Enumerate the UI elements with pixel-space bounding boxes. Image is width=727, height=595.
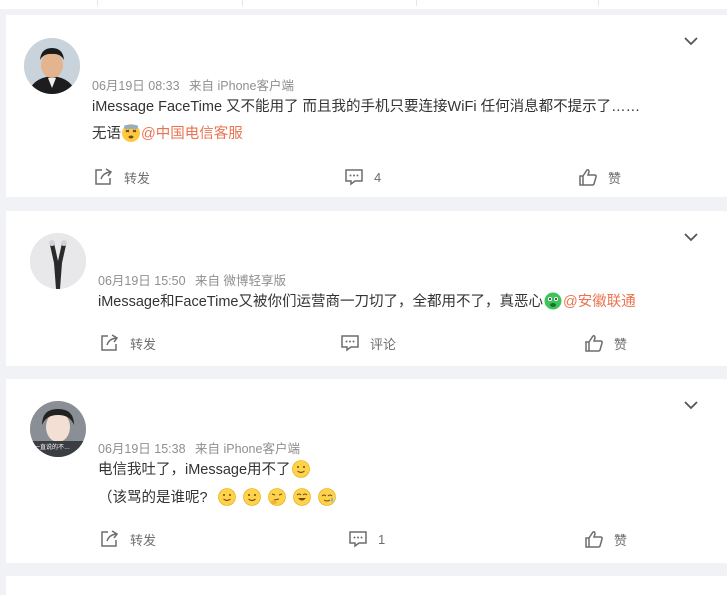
comment-card: 06月19日 15:50 来自 微博轻享版 iMessage和FaceTime又… [6, 211, 727, 366]
grin-emoji [292, 488, 311, 506]
chevron-down-icon[interactable] [683, 397, 699, 413]
chevron-down-icon[interactable] [683, 229, 699, 245]
comment-actions: 转发 1 赞 [6, 527, 727, 551]
comment-text-line1: 电信我吐了，iMessage用不了 [98, 460, 311, 480]
repost-button[interactable]: 转发 [100, 527, 156, 551]
sweat-emoji [317, 488, 336, 506]
comment-button[interactable]: 1 [348, 527, 385, 551]
comment-text-line1: iMessage和FaceTime又被你们运营商一刀切了，全都用不了，真恶心 @… [98, 292, 636, 312]
smile-emoji [291, 460, 310, 478]
comment-meta: 06月19日 15:38 来自 iPhone客户端 [98, 438, 306, 457]
comment-text-line2: （该骂的是谁呢? [98, 488, 337, 508]
comment-count: 1 [378, 531, 386, 547]
share-icon [101, 334, 119, 351]
divider [97, 0, 98, 6]
comment-actions: 转发 评论 赞 [6, 331, 727, 355]
comment-source: 来自 iPhone客户端 [189, 79, 294, 93]
divider [598, 0, 599, 6]
chevron-down-icon[interactable] [683, 33, 699, 49]
comment-icon [341, 335, 359, 352]
comment-icon [345, 169, 363, 186]
thinking-emoji [267, 488, 286, 506]
comment-meta: 06月19日 15:50 来自 微博轻享版 [98, 270, 292, 289]
like-label: 赞 [614, 336, 628, 352]
like-button[interactable]: 赞 [584, 527, 627, 551]
dizzy-face-emoji [122, 124, 140, 142]
mention-link[interactable]: @安徽联通 [563, 294, 636, 310]
repost-button[interactable]: 转发 [94, 165, 150, 189]
avatar[interactable] [30, 233, 86, 289]
repost-button[interactable]: 转发 [100, 331, 156, 355]
comment-button[interactable]: 4 [344, 165, 381, 189]
repost-label: 转发 [130, 532, 157, 548]
comment-text: 电信我吐了，iMessage用不了 [98, 462, 291, 478]
comment-text-line2: 无语 @中国电信客服 [92, 124, 243, 144]
avatar-caption: 一直说的不… [34, 445, 71, 451]
comment-card: 06月19日 08:33 来自 iPhone客户端 iMessage FaceT… [6, 15, 727, 197]
vomit-face-emoji [544, 292, 562, 310]
previous-card-bottom [0, 0, 727, 9]
thumbs-up-icon [585, 531, 603, 548]
comment-date: 06月19日 15:50 [98, 274, 186, 288]
like-button[interactable]: 赞 [578, 165, 621, 189]
thumbs-up-icon [585, 335, 603, 352]
comment-meta: 06月19日 08:33 来自 iPhone客户端 [92, 75, 300, 94]
comment-actions: 转发 4 赞 [6, 165, 727, 189]
comment-card: 一直说的不… 06月19日 15:38 来自 iPhone客户端 电信我吐了，i… [6, 379, 727, 563]
comment-date: 06月19日 15:38 [98, 442, 186, 456]
comment-text-line1: iMessage FaceTime 又不能用了 而且我的手机只要连接WiFi 任… [92, 99, 641, 115]
mention-link[interactable]: @中国电信客服 [141, 126, 243, 142]
comment-source: 来自 iPhone客户端 [195, 442, 300, 456]
comment-icon [349, 531, 367, 548]
repost-label: 转发 [124, 170, 151, 186]
comment-text: iMessage和FaceTime又被你们运营商一刀切了，全都用不了，真恶心 [98, 294, 543, 310]
comment-button[interactable]: 评论 [340, 331, 396, 355]
like-button[interactable]: 赞 [584, 331, 627, 355]
divider [416, 0, 417, 6]
avatar[interactable]: 一直说的不… [30, 401, 86, 457]
thumbs-up-icon [579, 169, 597, 186]
avatar[interactable] [24, 38, 80, 94]
comment-date: 06月19日 08:33 [92, 79, 180, 93]
comment-source: 来自 微博轻享版 [195, 274, 287, 288]
share-icon [95, 168, 113, 185]
comment-label: 评论 [370, 336, 397, 352]
comment-count: 4 [374, 169, 382, 185]
share-icon [101, 530, 119, 547]
like-label: 赞 [608, 170, 622, 186]
like-label: 赞 [614, 532, 628, 548]
repost-label: 转发 [130, 336, 157, 352]
smile-emoji [242, 488, 261, 506]
smile-emoji [217, 488, 236, 506]
divider [242, 0, 243, 6]
comment-card-next [6, 576, 727, 595]
comment-text: （该骂的是谁呢? [98, 490, 208, 506]
comment-text-prefix: 无语 [92, 126, 121, 142]
